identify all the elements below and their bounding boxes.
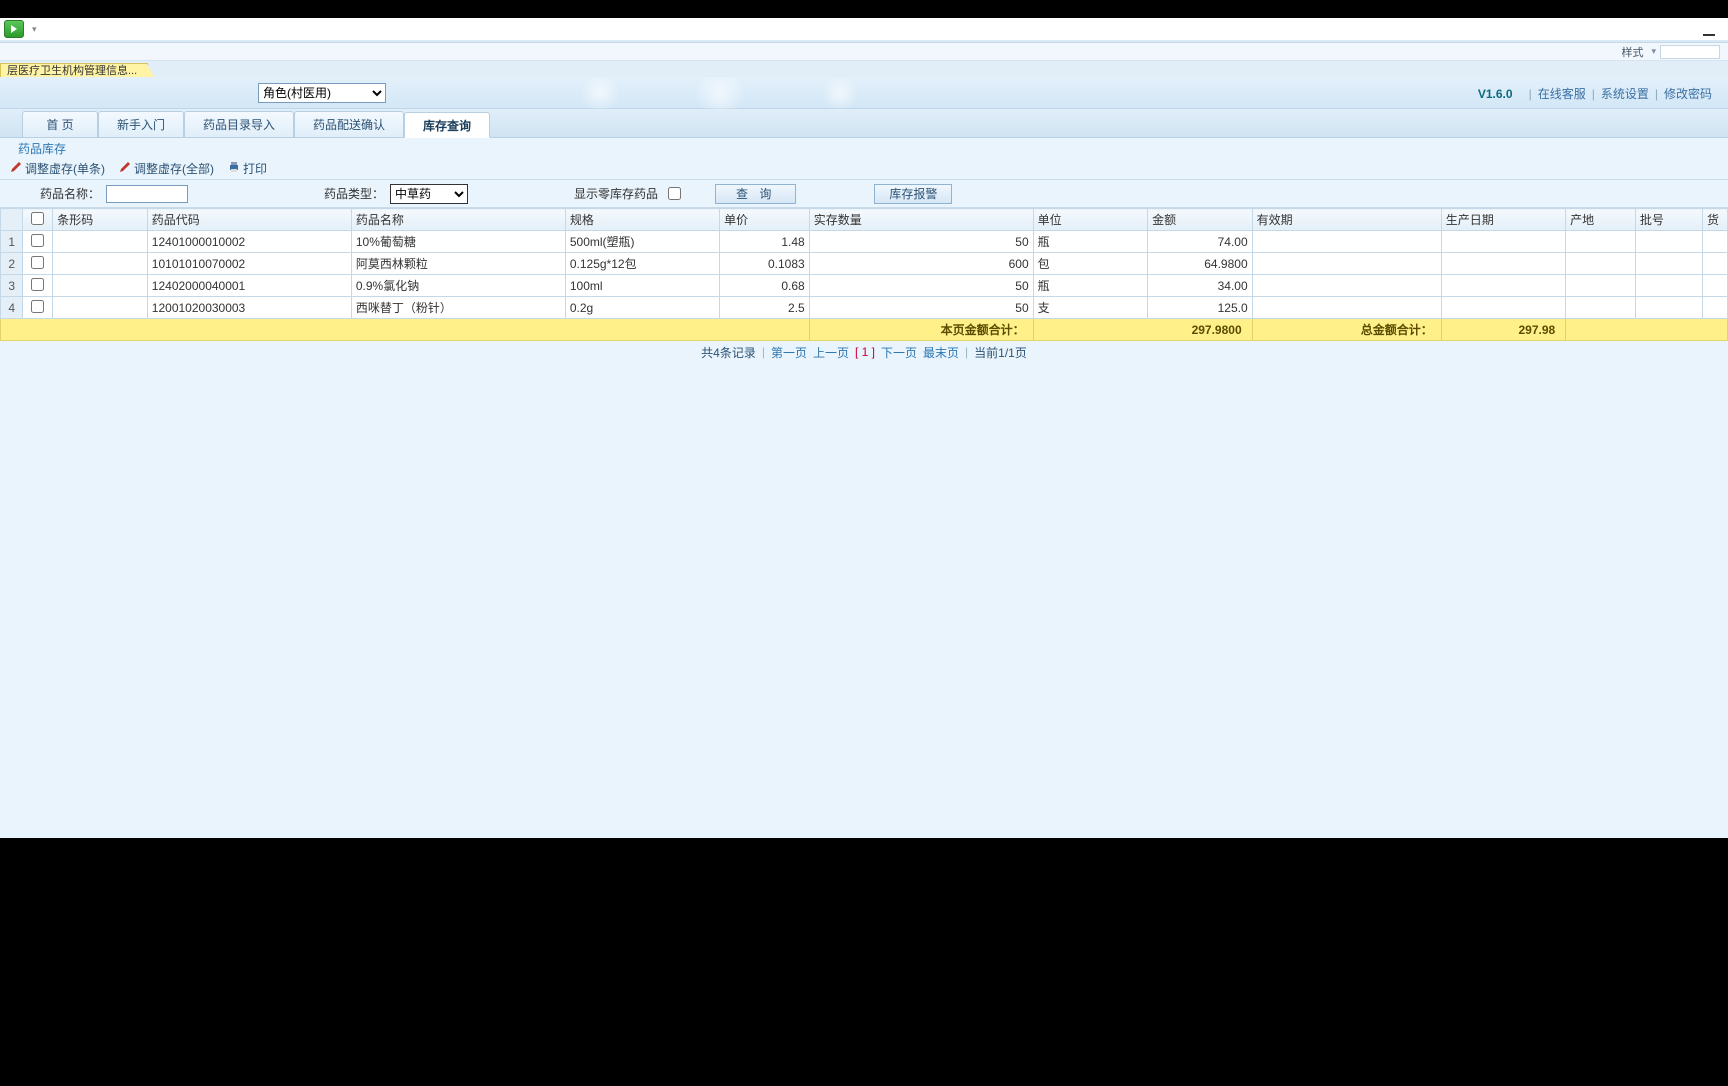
- system-settings-link[interactable]: 系统设置: [1601, 85, 1649, 102]
- page-total-label: 本页金额合计：: [809, 319, 1033, 341]
- zero-stock-checkbox[interactable]: [668, 187, 681, 200]
- col-proddate: 生产日期: [1441, 209, 1565, 231]
- titlebar-caret: ▾: [32, 24, 37, 35]
- col-name: 药品名称: [351, 209, 565, 231]
- col-expiry: 有效期: [1252, 209, 1441, 231]
- grand-total-value: 297.98: [1441, 319, 1565, 341]
- role-select[interactable]: 角色(村医用): [258, 83, 386, 103]
- zero-stock-label: 显示零库存药品: [574, 185, 658, 202]
- adjust-single-button[interactable]: 调整虚存(单条): [10, 160, 105, 177]
- table-row[interactable]: 412001020030003西咪替丁（粉针）0.2g2.550支125.0: [1, 297, 1728, 319]
- tab-stock-query[interactable]: 库存查询: [404, 112, 490, 138]
- version-label: V1.6.0: [1478, 87, 1513, 101]
- window-titlebar: ▾: [0, 18, 1728, 40]
- banner-right-links: V1.6.0 | 在线客服 | 系统设置 | 修改密码: [1478, 85, 1712, 102]
- col-qty: 实存数量: [809, 209, 1033, 231]
- col-unit: 单位: [1033, 209, 1147, 231]
- printer-icon: [228, 161, 240, 176]
- col-extra: 货: [1703, 209, 1728, 231]
- app-tabbar: 层医疗卫生机构管理信息...: [0, 61, 1728, 77]
- change-password-link[interactable]: 修改密码: [1664, 85, 1712, 102]
- pencil-icon: [119, 161, 131, 176]
- online-support-link[interactable]: 在线客服: [1538, 85, 1586, 102]
- drug-name-label: 药品名称：: [40, 185, 100, 202]
- select-all-checkbox[interactable]: [31, 212, 44, 225]
- play-icon: [9, 24, 19, 34]
- table-row[interactable]: 210101010070002阿莫西林颗粒0.125g*12包0.1083600…: [1, 253, 1728, 275]
- drug-type-label: 药品类型：: [324, 185, 384, 202]
- toolbar: 调整虚存(单条) 调整虚存(全部) 打印: [0, 158, 1728, 180]
- style-select[interactable]: [1660, 45, 1720, 59]
- print-button[interactable]: 打印: [228, 160, 267, 177]
- col-batch: 批号: [1635, 209, 1702, 231]
- col-code: 药品代码: [147, 209, 351, 231]
- pager-position: 当前1/1页: [974, 344, 1027, 361]
- pencil-icon: [10, 161, 22, 176]
- filter-row: 药品名称： 药品类型： 中草药 显示零库存药品 查 询 库存报警: [0, 180, 1728, 208]
- app-tab[interactable]: 层医疗卫生机构管理信息...: [0, 63, 148, 77]
- back-button[interactable]: [4, 20, 24, 38]
- pager-prev[interactable]: 上一页: [813, 344, 849, 361]
- decorative-flare: [480, 77, 880, 109]
- row-checkbox[interactable]: [31, 256, 44, 269]
- grand-total-label: 总金额合计：: [1252, 319, 1441, 341]
- pager: 共4条记录 | 第一页 上一页 [ 1 ] 下一页 最末页 | 当前1/1页: [0, 341, 1728, 363]
- col-price: 单价: [720, 209, 810, 231]
- totals-row: 本页金额合计： 297.9800 总金额合计： 297.98: [1, 319, 1728, 341]
- style-caret: ▾: [1651, 46, 1656, 57]
- pager-last[interactable]: 最末页: [923, 344, 959, 361]
- pager-current: [ 1 ]: [855, 345, 875, 359]
- pager-count: 共4条记录: [701, 344, 756, 361]
- drug-type-select[interactable]: 中草药: [390, 184, 468, 204]
- page-total-value: 297.9800: [1033, 319, 1252, 341]
- pager-first[interactable]: 第一页: [771, 344, 807, 361]
- letterbox-top: [0, 0, 1728, 18]
- query-button[interactable]: 查 询: [715, 184, 796, 204]
- tab-guide[interactable]: 新手入门: [98, 111, 184, 137]
- table-row[interactable]: 11240100001000210%葡萄糖500ml(塑瓶)1.4850瓶74.…: [1, 231, 1728, 253]
- row-checkbox[interactable]: [31, 300, 44, 313]
- col-amount: 金额: [1148, 209, 1253, 231]
- pager-next[interactable]: 下一页: [881, 344, 917, 361]
- grid-header-row: 条形码 药品代码 药品名称 规格 单价 实存数量 单位 金额 有效期 生产日期 …: [1, 209, 1728, 231]
- letterbox-bottom: [0, 838, 1728, 1086]
- col-origin: 产地: [1566, 209, 1636, 231]
- col-barcode: 条形码: [53, 209, 148, 231]
- drug-name-input[interactable]: [106, 185, 188, 203]
- col-spec: 规格: [565, 209, 719, 231]
- main-tabs: 首 页 新手入门 药品目录导入 药品配送确认 库存查询: [0, 109, 1728, 138]
- tab-home[interactable]: 首 页: [22, 111, 98, 137]
- style-bar: 样式 ▾: [0, 43, 1728, 61]
- tab-delivery-confirm[interactable]: 药品配送确认: [294, 111, 404, 137]
- minimize-button[interactable]: [1698, 20, 1720, 36]
- stock-grid: 条形码 药品代码 药品名称 规格 单价 实存数量 单位 金额 有效期 生产日期 …: [0, 208, 1728, 341]
- table-row[interactable]: 3124020000400010.9%氯化钠100ml0.6850瓶34.00: [1, 275, 1728, 297]
- banner: 角色(村医用) V1.6.0 | 在线客服 | 系统设置 | 修改密码: [0, 77, 1728, 109]
- tab-catalog-import[interactable]: 药品目录导入: [184, 111, 294, 137]
- panel-title: 药品库存: [0, 138, 1728, 158]
- adjust-all-button[interactable]: 调整虚存(全部): [119, 160, 214, 177]
- style-label: 样式: [1621, 44, 1643, 60]
- content-area: 药品库存 调整虚存(单条) 调整虚存(全部) 打印 药品名称： 药品类型： 中草…: [0, 138, 1728, 838]
- row-checkbox[interactable]: [31, 278, 44, 291]
- row-checkbox[interactable]: [31, 234, 44, 247]
- stock-alarm-button[interactable]: 库存报警: [874, 184, 952, 204]
